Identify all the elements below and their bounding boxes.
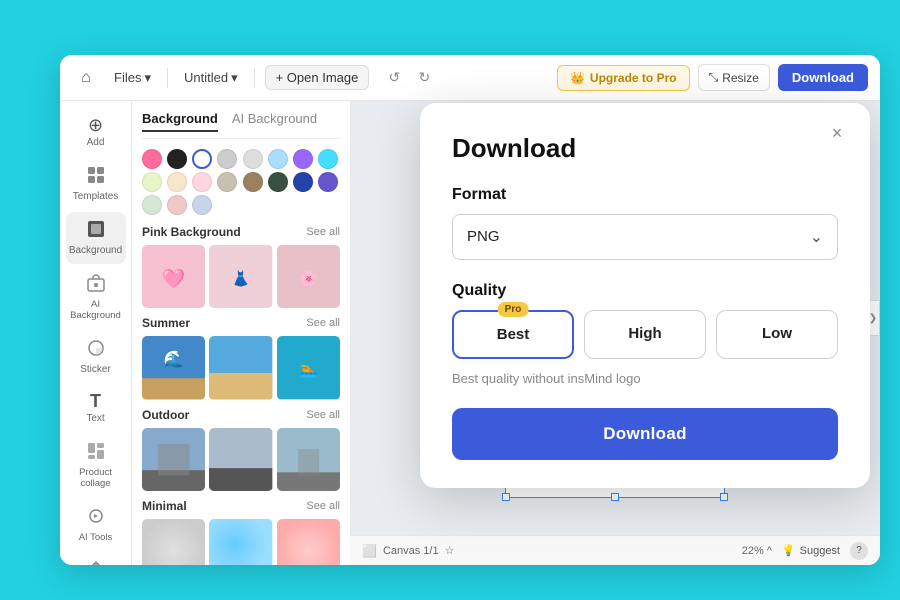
modal-title: Download <box>452 133 838 164</box>
modal-overlay: Download × Format PNG ⌄ Quality Pro Best… <box>60 55 880 565</box>
quality-high-label: High <box>628 325 661 342</box>
quality-options: Pro Best High Low <box>452 310 838 359</box>
format-chevron-icon: ⌄ <box>810 227 823 247</box>
quality-high[interactable]: High <box>584 310 706 359</box>
quality-best-label: Best <box>497 326 530 343</box>
quality-section-label: Quality <box>452 282 838 300</box>
modal-close-button[interactable]: × <box>822 119 852 149</box>
download-button[interactable]: Download <box>452 408 838 460</box>
format-value: PNG <box>467 228 500 245</box>
quality-low[interactable]: Low <box>716 310 838 359</box>
app-window: ⌂ Files ▾ Untitled ▾ + Open Image ↺ ↻ 👑 <box>60 55 880 565</box>
format-select-wrapper: PNG ⌄ <box>452 214 838 260</box>
quality-best[interactable]: Pro Best <box>452 310 574 359</box>
quality-hint: Best quality without insMind logo <box>452 371 838 386</box>
pro-badge: Pro <box>498 302 529 317</box>
quality-low-label: Low <box>762 325 792 342</box>
download-modal: Download × Format PNG ⌄ Quality Pro Best… <box>420 103 870 488</box>
format-section-label: Format <box>452 186 838 204</box>
format-select[interactable]: PNG ⌄ <box>452 214 838 260</box>
